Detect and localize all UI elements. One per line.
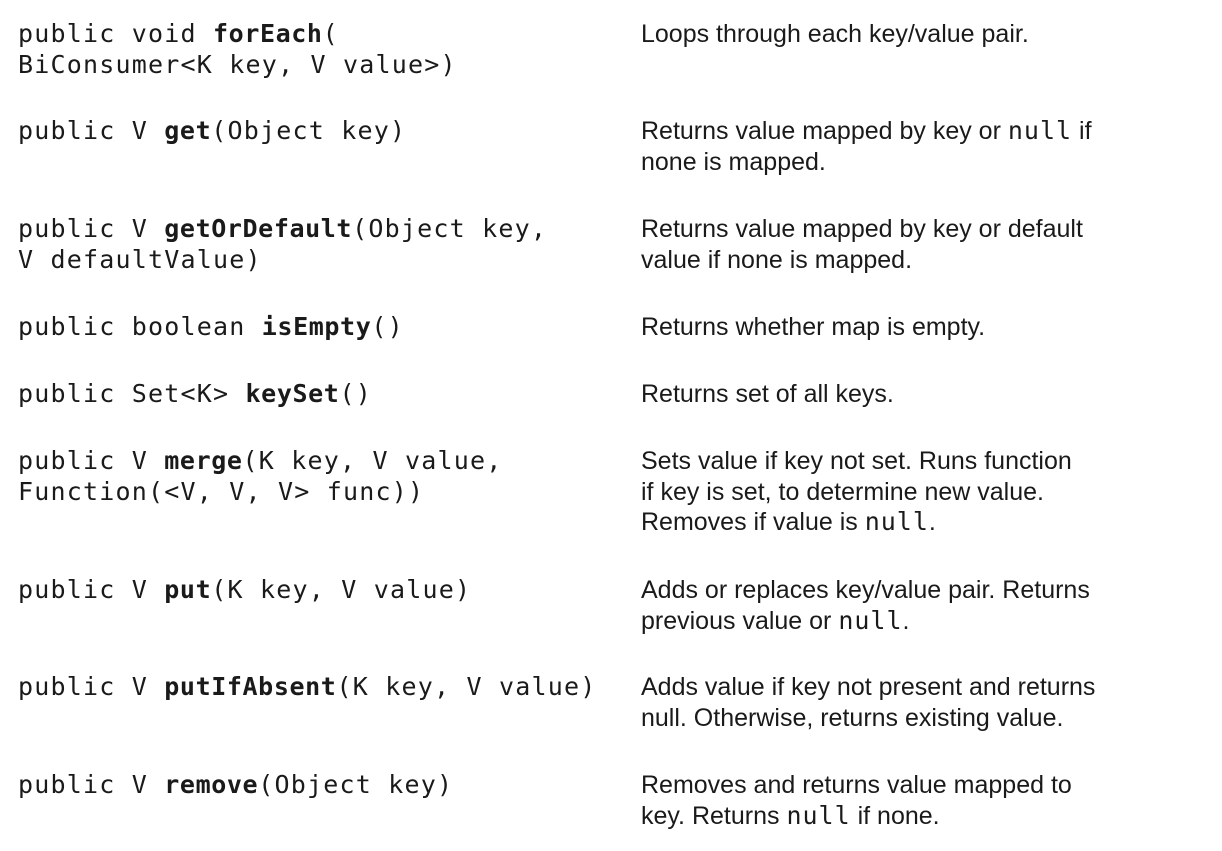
description-text: Returns value mapped by key or (641, 117, 1008, 145)
signature-text: public V (18, 116, 165, 145)
signature-text: public boolean (18, 312, 262, 341)
method-description: Sets value if key not set. Runs function… (641, 446, 1201, 538)
method-name: merge (164, 446, 243, 475)
method-name: getOrDefault (164, 214, 353, 243)
signature-text: (K key, V value) (336, 672, 597, 701)
method-signature: public V merge(K key, V value, Function(… (18, 446, 618, 507)
signature-text: public V (18, 770, 165, 799)
method-description: Adds value if key not present and return… (641, 672, 1201, 733)
code-keyword: null (1007, 116, 1073, 145)
method-signature: public boolean isEmpty() (18, 312, 618, 343)
method-name: forEach (213, 19, 323, 48)
method-description: Returns set of all keys. (641, 379, 1201, 410)
method-description: Returns value mapped by key or null if n… (641, 116, 1201, 177)
signature-text: public V (18, 575, 165, 604)
description-text: Returns whether map is empty. (641, 313, 986, 341)
method-name: isEmpty (261, 312, 372, 341)
method-signature: public V get(Object key) (18, 116, 618, 147)
signature-text: () (339, 379, 372, 408)
method-signature: public Set<K> keySet() (18, 379, 618, 410)
method-reference-page: { "methods": [ { "sig": [{"t": "public v… (0, 0, 1222, 851)
description-text: Sets value if key not set. Runs function… (641, 447, 1072, 536)
description-text: Returns value mapped by key or default v… (641, 215, 1083, 274)
method-name: keySet (245, 379, 340, 408)
signature-text: public V (18, 446, 165, 475)
method-name: get (164, 116, 212, 145)
description-text: . (902, 606, 910, 635)
method-name: put (164, 575, 212, 604)
method-signature: public void forEach( BiConsumer<K key, V… (18, 19, 618, 80)
method-signature: public V getOrDefault(Object key, V defa… (18, 214, 618, 275)
method-description: Adds or replaces key/value pair. Returns… (641, 575, 1201, 636)
method-name: remove (164, 770, 259, 799)
description-text: . (928, 508, 936, 536)
signature-text: public Set<K> (18, 379, 246, 408)
signature-text: () (371, 312, 404, 341)
signature-text: public V (18, 214, 165, 243)
description-text: Adds value if key not present and return… (641, 673, 1096, 732)
signature-text: (K key, V value) (211, 575, 472, 604)
description-text: Loops through each key/value pair. (641, 20, 1029, 48)
signature-text: public V (18, 672, 165, 701)
method-description: Removes and returns value mapped to key.… (641, 770, 1201, 831)
method-signature: public V put(K key, V value) (18, 575, 618, 606)
description-text: Returns set of all keys. (641, 380, 894, 408)
code-keyword: null (838, 605, 903, 635)
signature-text: (Object key) (258, 770, 454, 799)
method-description: Returns whether map is empty. (641, 312, 1201, 343)
description-text: if none. (850, 801, 940, 830)
signature-text: (Object key) (211, 116, 407, 145)
code-keyword: null (786, 800, 851, 830)
signature-text: public void (18, 19, 214, 48)
method-signature: public V putIfAbsent(K key, V value) (18, 672, 618, 703)
method-name: putIfAbsent (164, 672, 337, 701)
code-keyword: null (864, 507, 929, 536)
method-description: Loops through each key/value pair. (641, 19, 1201, 50)
method-description: Returns value mapped by key or default v… (641, 214, 1201, 275)
method-signature: public V remove(Object key) (18, 770, 618, 801)
